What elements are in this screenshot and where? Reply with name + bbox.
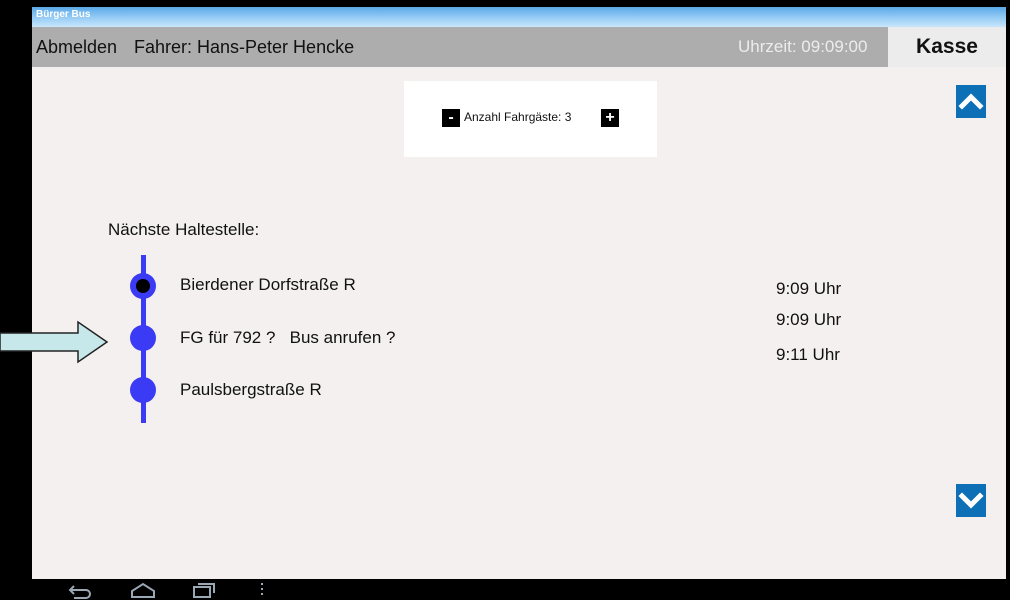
pointer-arrow-icon	[0, 320, 109, 364]
scroll-down-button[interactable]	[956, 484, 986, 517]
stop-marker[interactable]	[130, 377, 156, 403]
stop-name[interactable]: Bierdener Dorfstraße R	[180, 275, 356, 295]
system-navigation-bar	[32, 579, 1006, 600]
clock-time: Uhrzeit: 09:09:00	[738, 37, 868, 56]
recent-apps-icon[interactable]	[188, 581, 218, 599]
logout-button[interactable]: Abmelden	[36, 37, 117, 58]
window-title: Bürger Bus	[36, 9, 91, 20]
passenger-count-panel: - Anzahl Fahrgäste: 3 +	[404, 81, 657, 157]
passenger-count-label: Anzahl Fahrgäste: 3	[464, 110, 572, 124]
menu-dots-icon[interactable]	[258, 581, 266, 599]
driver-name: Fahrer: Hans-Peter Hencke	[134, 37, 355, 57]
header-bar: Abmelden Fahrer: Hans-Peter Hencke Uhrze…	[32, 27, 1006, 67]
chevron-up-icon	[958, 93, 984, 110]
tablet-frame: Bürger Bus Abmelden Fahrer: Hans-Peter H…	[0, 0, 1010, 600]
increase-passengers-button[interactable]: +	[601, 109, 619, 127]
decrease-passengers-button[interactable]: -	[442, 109, 460, 127]
next-stop-heading: Nächste Haltestelle:	[108, 220, 260, 239]
stop-time: 9:11 Uhr	[776, 345, 840, 364]
cash-register-button[interactable]: Kasse	[888, 27, 1006, 67]
home-icon[interactable]	[128, 581, 158, 599]
stop-name[interactable]: FG für 792 ? Bus anrufen ?	[180, 328, 395, 348]
stop-marker[interactable]	[130, 325, 156, 351]
back-icon[interactable]	[64, 581, 94, 599]
stop-time: 9:09 Uhr	[776, 279, 842, 298]
current-position-marker	[136, 279, 150, 293]
stop-name[interactable]: Paulsbergstraße R	[180, 380, 322, 400]
window-titlebar: Bürger Bus	[32, 7, 1006, 27]
app-screen: Bürger Bus Abmelden Fahrer: Hans-Peter H…	[32, 7, 1006, 579]
stop-marker-current[interactable]	[130, 273, 156, 299]
scroll-up-button[interactable]	[956, 85, 986, 118]
chevron-down-icon	[958, 492, 984, 509]
stop-time: 9:09 Uhr	[776, 310, 842, 329]
